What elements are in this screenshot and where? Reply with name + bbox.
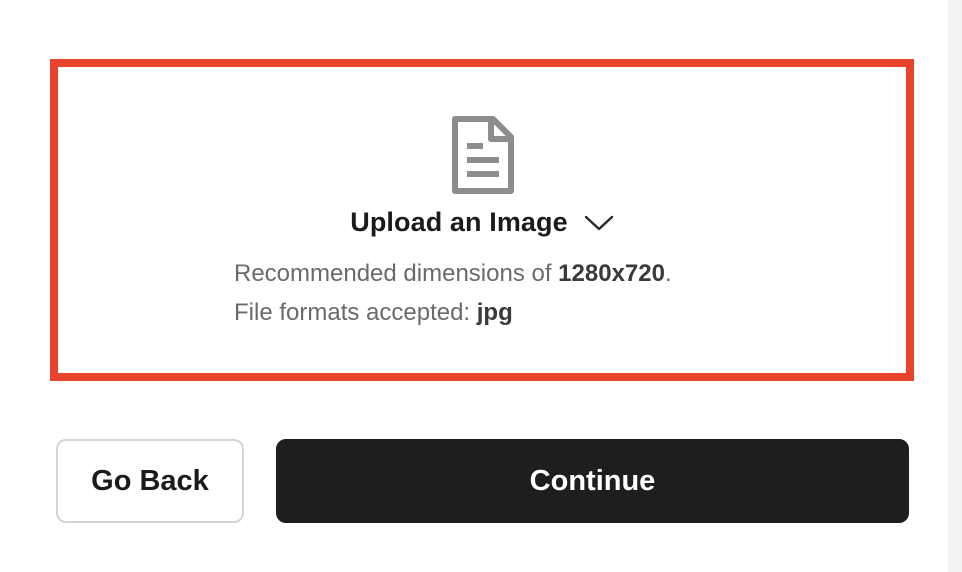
chevron-down-icon	[584, 215, 613, 230]
dimensions-value: 1280x720	[558, 260, 665, 287]
formats-value: jpg	[476, 299, 513, 326]
scrollbar-track[interactable]	[948, 0, 962, 572]
upload-image-toggle[interactable]: Upload an Image	[350, 207, 614, 238]
document-icon	[452, 116, 514, 194]
upload-title: Upload an Image	[350, 207, 568, 237]
page: Upload an Image Recommended dimensions o…	[0, 0, 962, 572]
go-back-button[interactable]: Go Back	[56, 439, 244, 523]
upload-requirements: Recommended dimensions of 1280x720. File…	[234, 254, 672, 332]
image-upload-dropzone[interactable]: Upload an Image Recommended dimensions o…	[50, 59, 914, 381]
recommended-dimensions: Recommended dimensions of 1280x720.	[234, 260, 672, 287]
continue-button[interactable]: Continue	[276, 439, 909, 523]
accepted-formats: File formats accepted: jpg	[234, 299, 513, 326]
